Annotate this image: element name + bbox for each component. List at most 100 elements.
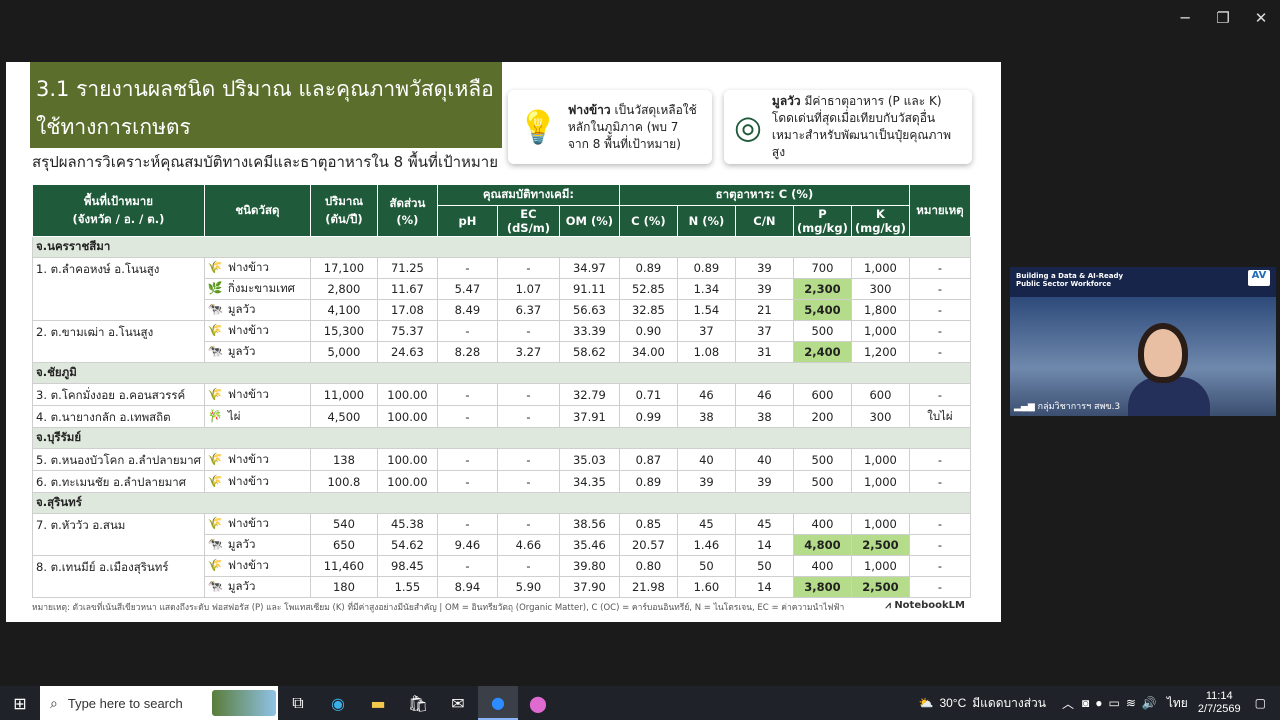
edge-icon[interactable]: ◉ [318,686,358,720]
cell-c: 0.89 [618,470,678,493]
language-indicator[interactable]: ไทย [1167,694,1188,713]
cell-ec: 4.66 [496,534,560,556]
cell-ph: - [436,470,498,493]
minimize-icon[interactable]: ─ [1166,0,1204,36]
material-label: มูลวัว [227,344,256,358]
cell-note: - [908,341,972,363]
camera-icon[interactable]: ◙ [1082,696,1089,710]
signal-icon: ▂▄▆ [1014,402,1038,412]
cell-om: 35.46 [558,534,620,556]
cell-c: 20.57 [618,534,678,556]
cell-om: 58.62 [558,341,620,363]
clock[interactable]: 11:14 2/7/2569 [1198,690,1241,716]
file-explorer-icon[interactable]: ▬ [358,686,398,720]
area-cell: 3. ต.โคกมั่งงอย อ.คอนสวรรค์ [32,383,205,406]
cell-ph: 9.46 [436,534,498,556]
cell-ratio: 100.00 [376,405,438,428]
weather-temp[interactable]: 30°C [939,696,966,710]
cell-om: 33.39 [558,320,620,342]
province-row: จ.สุรินทร์ [32,492,971,514]
leaf-icon: 🌿 [207,281,223,295]
material-label: ฟางข้าว [227,323,269,337]
search-icon: ⌕ [50,694,58,711]
cell-qty: 2,800 [309,278,378,300]
rice-icon: 🌾 [207,558,223,572]
province-name: จ.สุรินทร์ [32,492,971,514]
province-row: จ.นครราชสีมา [32,236,971,258]
wifi-icon[interactable]: ≋ [1126,696,1136,710]
cell-ratio: 100.00 [376,470,438,493]
zoom-icon[interactable]: ● [478,686,518,720]
cell-c: 34.00 [618,341,678,363]
cell-ec: 3.27 [496,341,560,363]
card-bold: ฟางข้าว [567,102,611,117]
cell-n: 1.60 [676,576,736,598]
maps-icon[interactable]: ⬤ [518,686,558,720]
weather-icon[interactable]: ⛅ [918,696,933,710]
cell-k: 1,000 [850,555,910,577]
cell-p: 3,800 [792,576,852,598]
cell-k: 1,000 [850,257,910,279]
table-row: 8. ต.เทนมีย์ อ.เมืองสุรินทร์ 🌾 ฟางข้าว 11,4… [32,555,972,598]
weather-text[interactable]: มีแดดบางส่วน [972,694,1046,713]
close-icon[interactable]: ✕ [1242,0,1280,36]
chevron-up-icon[interactable]: ︿ [1062,695,1074,712]
cell-qty: 15,300 [309,320,378,342]
restore-icon[interactable]: ❐ [1204,0,1242,36]
task-view-icon[interactable]: ⧉ [278,686,318,720]
cell-om: 38.56 [558,513,620,535]
cell-ph: - [436,448,498,471]
notebooklm-icon: ⩘ [885,600,895,611]
participant-avatar [1128,323,1210,416]
col-p: P (mg/kg) [792,205,852,237]
cell-qty: 4,500 [309,405,378,428]
cell-cn: 37 [734,320,794,342]
material-cell: 🌾 ฟางข้าว [203,383,311,406]
cell-qty: 5,000 [309,341,378,363]
col-qty: ปริมาณ (ตัน/ปี) [309,184,378,237]
slide-subtitle: สรุปผลการวิเคราะห์คุณสมบัติทางเคมีและธาต… [32,153,499,171]
cell-ec: - [496,555,560,577]
col-k: K (mg/kg) [850,205,910,237]
col-chem: คุณสมบัติทางเคมี: [436,184,620,206]
cell-c: 52.85 [618,278,678,300]
battery-icon[interactable]: ▭ [1108,696,1119,710]
cell-cn: 46 [734,383,794,406]
cell-k: 1,000 [850,513,910,535]
table-row: 7. ต.หัววัว อ.สนม 🌾 ฟางข้าว 540 45.38- -38.56… [32,513,972,556]
footnote: หมายเหตุ: ตัวเลขที่เน้นสีเขียวหนา แสดงถึ… [32,603,845,613]
material-label: ฟางข้าว [227,386,269,401]
material-label: มูลวัว [227,579,256,593]
window-controls: ─ ❐ ✕ [1166,0,1280,36]
notification-icon[interactable]: ▢ [1255,696,1266,710]
cell-p: 500 [792,470,852,493]
cell-ph: 8.49 [436,299,498,321]
store-icon[interactable]: 🛍 [398,686,438,720]
cow-icon: 🐄 [207,537,223,551]
cell-cn: 31 [734,341,794,363]
mail-icon[interactable]: ✉ [438,686,478,720]
cell-p: 2,300 [792,278,852,300]
cell-ph: - [436,383,498,406]
cell-c: 0.85 [618,513,678,535]
mic-icon[interactable]: ● [1095,696,1102,710]
taskbar-search[interactable]: ⌕ Type here to search [40,686,278,720]
cell-n: 45 [676,513,736,535]
cell-k: 1,200 [850,341,910,363]
volume-icon[interactable]: 🔊 [1142,696,1157,710]
cow-icon: 🐄 [207,302,223,316]
cell-cn: 45 [734,513,794,535]
cell-k: 1,000 [850,470,910,493]
windows-start-icon[interactable]: ⊞ [0,686,40,720]
material-label: ฟางข้าว [227,516,269,530]
cell-note: - [908,576,972,598]
material-cell: 🌾 ฟางข้าว [203,470,311,493]
cell-note: - [908,257,972,279]
cell-p: 2,400 [792,341,852,363]
cell-n: 1.54 [676,299,736,321]
cell-cn: 14 [734,576,794,598]
video-tile[interactable]: Building a Data & AI-Ready Public Sector… [1010,267,1276,416]
cell-k: 1,000 [850,448,910,471]
cell-n: 38 [676,405,736,428]
cell-om: 37.91 [558,405,620,428]
